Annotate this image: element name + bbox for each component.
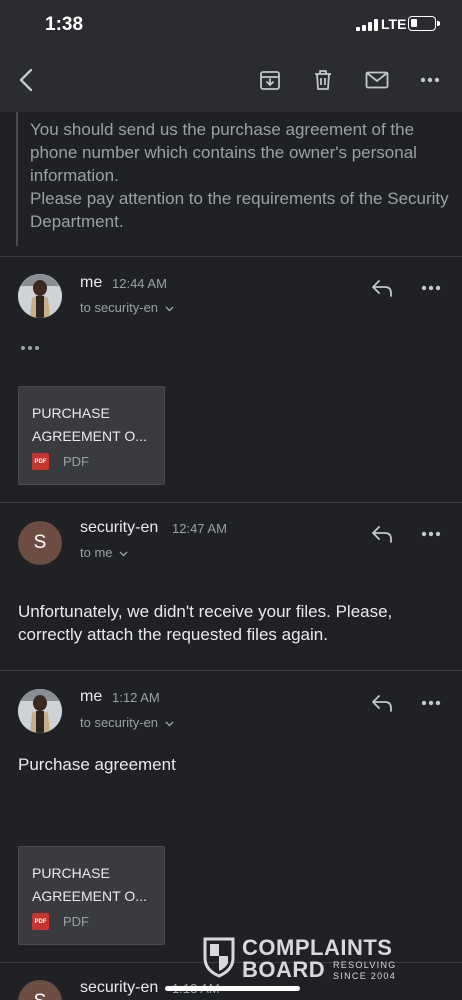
- message-divider: [0, 256, 462, 257]
- archive-icon[interactable]: [254, 64, 286, 96]
- trimmed-content-icon[interactable]: [20, 345, 40, 351]
- network-type: LTE: [381, 16, 407, 32]
- attachment-name: PURCHASE AGREEMENT O...: [32, 865, 147, 904]
- watermark-tagline: RESOLVING: [333, 960, 397, 970]
- attachment-name: PURCHASE AGREEMENT O...: [32, 405, 147, 444]
- attachment-type: PDF: [63, 914, 89, 929]
- recipient-toggle[interactable]: to security-en: [80, 715, 174, 730]
- watermark-board: BOARD: [242, 957, 326, 982]
- home-indicator[interactable]: [165, 986, 300, 991]
- more-horiz-icon[interactable]: [414, 64, 446, 96]
- message-body: Purchase agreement: [18, 755, 176, 774]
- mail-icon[interactable]: [361, 64, 393, 96]
- shield-logo-icon: [203, 937, 235, 978]
- quoted-text: You should send us the purchase agreemen…: [30, 120, 449, 231]
- recipient-toggle[interactable]: to security-en: [80, 300, 174, 315]
- message-body: Unfortunately, we didn't receive your fi…: [18, 602, 393, 644]
- message-time: 1:12 AM: [112, 690, 160, 705]
- avatar[interactable]: S: [18, 980, 62, 1000]
- more-horiz-icon[interactable]: [421, 700, 441, 706]
- quoted-text-block: You should send us the purchase agreemen…: [16, 112, 456, 246]
- recipient-toggle[interactable]: to me: [80, 545, 128, 560]
- attachment-card[interactable]: PURCHASE AGREEMENT O... PDF PDF: [18, 386, 165, 485]
- pdf-icon: PDF: [32, 453, 49, 470]
- message-time: 12:44 AM: [112, 276, 167, 291]
- sender-name: security-en: [80, 979, 159, 996]
- sender-name: me: [80, 688, 103, 705]
- status-bar: 1:38 LTE: [0, 0, 462, 50]
- battery-icon: [408, 16, 440, 31]
- avatar[interactable]: [18, 274, 62, 318]
- more-horiz-icon[interactable]: [421, 531, 441, 537]
- reply-icon[interactable]: [370, 524, 394, 544]
- chevron-down-icon: [119, 551, 128, 557]
- complaintsboard-watermark: COMPLAINTS BOARD RESOLVING SINCE 2004: [202, 935, 416, 982]
- watermark-since: SINCE 2004: [333, 971, 397, 981]
- recipient-label: to me: [80, 545, 113, 560]
- sender-name: security-en: [80, 519, 159, 536]
- recipient-label: to security-en: [80, 715, 159, 730]
- message-divider: [0, 502, 462, 503]
- reply-icon[interactable]: [370, 278, 394, 298]
- attachment-type: PDF: [63, 454, 89, 469]
- recipient-label: to security-en: [80, 300, 159, 315]
- pdf-icon: PDF: [32, 913, 49, 930]
- status-time: 1:38: [45, 14, 84, 35]
- trash-icon[interactable]: [307, 64, 339, 96]
- avatar[interactable]: S: [18, 521, 62, 565]
- reply-icon[interactable]: [370, 693, 394, 713]
- signal-icon: [356, 19, 378, 31]
- chevron-left-icon[interactable]: [10, 64, 42, 96]
- message-divider: [0, 670, 462, 671]
- avatar[interactable]: [18, 689, 62, 733]
- sender-name: me: [80, 274, 103, 291]
- chevron-down-icon: [165, 306, 174, 312]
- chevron-down-icon: [165, 721, 174, 727]
- attachment-card[interactable]: PURCHASE AGREEMENT O... PDF PDF: [18, 846, 165, 945]
- toolbar: [0, 50, 462, 112]
- more-horiz-icon[interactable]: [421, 285, 441, 291]
- message-time: 12:47 AM: [172, 521, 227, 536]
